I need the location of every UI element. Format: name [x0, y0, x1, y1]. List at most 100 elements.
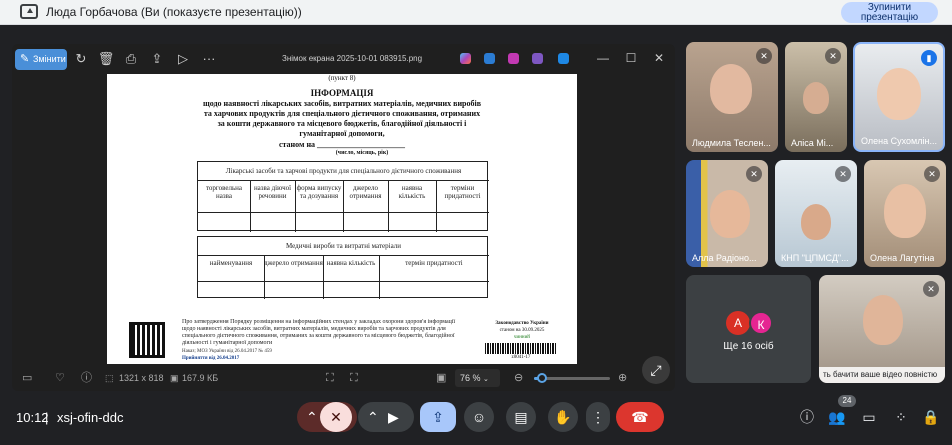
zoom-value: 76 %: [460, 373, 481, 383]
clipchamp-icon[interactable]: [508, 53, 519, 64]
qr-code-icon: [129, 322, 165, 358]
activities-icon[interactable]: ⁘: [890, 406, 912, 428]
host-controls-icon[interactable]: 🔒: [920, 406, 942, 428]
doc-line6: (число, місяць, рік): [335, 150, 389, 156]
table2-col: джерело отримання: [264, 259, 323, 267]
more-options-button[interactable]: ⋮: [586, 402, 610, 432]
mic-off-icon: ✕: [746, 166, 762, 182]
self-tile[interactable]: ✕ ть бачити ваше відео повністю: [819, 275, 945, 383]
participant-name: Олена Лагутіна: [870, 253, 935, 263]
table2-col: найменування: [209, 259, 253, 267]
maximize-icon[interactable]: ☐: [622, 49, 640, 67]
favorite-icon[interactable]: ♡: [55, 370, 65, 386]
zoom-in-icon[interactable]: ⊕: [618, 370, 627, 386]
participant-tile[interactable]: ▮ Олена Сухомлін...: [853, 42, 945, 152]
microphone-button[interactable]: ✕: [320, 402, 352, 432]
table1-col: джерело отримання: [349, 184, 382, 200]
footer-date: Прийняття від 26.04.2017: [182, 356, 240, 361]
participant-name: Аліса Мі...: [791, 138, 834, 148]
emoji-icon: ☺: [471, 409, 487, 425]
actual-size-icon[interactable]: ▣: [436, 370, 446, 386]
present-button[interactable]: ⇪: [420, 402, 456, 432]
others-tile[interactable]: А К Ще 16 осіб: [686, 275, 811, 383]
doc-line2: та харчових продуктів для спеціального д…: [203, 109, 481, 118]
crop-icon[interactable]: ⛶: [350, 370, 358, 386]
photos-editor-icon[interactable]: [484, 53, 495, 64]
doc-line3: за кошти державного та місцевого бюджеті…: [217, 119, 467, 128]
people-icon: 👥: [828, 409, 846, 425]
captions-icon: ▤: [514, 409, 528, 425]
table1-col: торговельна назва: [205, 184, 243, 200]
table-medicines: Лікарські засоби та харчові продукти для…: [197, 161, 489, 232]
edit-button[interactable]: ✎ Змінити: [15, 49, 67, 70]
filesize-icon: ▣: [170, 373, 179, 383]
avatar: А: [726, 311, 750, 335]
phone-hangup-icon: ☎: [631, 409, 649, 425]
meeting-time: 10:12: [16, 410, 49, 425]
participant-tile[interactable]: ✕ Алла Радіоно...: [686, 160, 768, 267]
video-options-button[interactable]: ⌃ ▶: [358, 402, 414, 432]
chevron-up-icon: ⌃: [306, 409, 318, 425]
chevron-down-icon: ⌄: [483, 376, 489, 383]
fit-icon[interactable]: ⛶: [326, 370, 334, 386]
close-icon[interactable]: ✕: [650, 49, 668, 67]
copilot-icon[interactable]: [460, 53, 471, 64]
viewer-toolbar: ✎ Змінити ↻ 🗑 ⎙ ⇪ ▷ ··· Знімок екрана 202…: [12, 44, 675, 74]
participant-tile[interactable]: ✕ Людмила Теслен...: [686, 42, 778, 152]
leave-call-button[interactable]: ☎: [616, 402, 664, 432]
edit-icon: ✎: [20, 53, 30, 65]
zoom-out-icon[interactable]: ⊖: [514, 370, 523, 386]
zoom-slider-thumb[interactable]: [537, 373, 547, 383]
barcode-number: z0041-17: [511, 355, 531, 360]
legal-status: чинний: [514, 335, 530, 340]
mic-off-icon: ✕: [825, 48, 841, 64]
table1-header: Лікарські засоби та харчові продукти для…: [225, 167, 462, 175]
meeting-controls: 10:12 | xsj-ofin-ddc ⌃ ✕ ⌃ ▶ ⇪ ☺ ▤ ✋ ⋮ ☎ …: [0, 392, 952, 445]
delete-icon[interactable]: 🗑: [97, 50, 115, 68]
onedrive-icon[interactable]: [558, 53, 569, 64]
more-vert-icon: ⋮: [591, 409, 605, 425]
zoom-slider[interactable]: [534, 373, 610, 383]
participant-name: Алла Радіоно...: [692, 253, 757, 263]
legal-date: станом на 30.09.2025: [499, 328, 545, 333]
info-icon[interactable]: ⓘ: [796, 406, 818, 428]
filmstrip-icon[interactable]: ▭: [22, 370, 32, 386]
stop-presenting-button[interactable]: Зупинити презентацію: [841, 2, 938, 23]
participant-name: КНП "ЦПМСД"...: [781, 253, 849, 263]
document-image: (пункт 8) ІНФОРМАЦІЯ щодо наявності ліка…: [107, 74, 577, 364]
zoom-select[interactable]: 76 % ⌄: [455, 369, 500, 387]
doc-title: ІНФОРМАЦІЯ: [310, 88, 374, 98]
designer-icon[interactable]: [532, 53, 543, 64]
dimensions-icon: ⬚: [105, 373, 114, 383]
slideshow-icon[interactable]: ▷: [174, 50, 192, 68]
mic-off-icon: ✕: [923, 281, 939, 297]
share-icon[interactable]: ⇪: [148, 50, 166, 68]
footer-text: Про затвердження Порядку розміщення на і…: [182, 319, 456, 346]
chevron-up-icon: ⌃: [367, 409, 379, 425]
participant-tile[interactable]: ✕ Аліса Мі...: [785, 42, 847, 152]
participant-tile[interactable]: ✕ КНП "ЦПМСД"...: [775, 160, 857, 267]
edit-label: Змінити: [33, 54, 66, 64]
others-label: Ще 16 осіб: [723, 341, 774, 352]
people-button[interactable]: 👥: [826, 406, 848, 428]
info-icon[interactable]: ⓘ: [81, 370, 92, 386]
more-icon[interactable]: ···: [200, 50, 218, 68]
table2-col: термін придатності: [405, 259, 463, 267]
hand-icon: ✋: [554, 409, 572, 425]
file-size: 167.9 КБ: [182, 373, 219, 383]
print-icon[interactable]: ⎙: [122, 50, 140, 68]
captions-button[interactable]: ▤: [506, 402, 536, 432]
mic-off-icon: ✕: [756, 48, 772, 64]
camera-icon: ▶: [388, 409, 399, 425]
expand-icon: ⤢: [650, 362, 662, 378]
participant-tile[interactable]: ✕ Олена Лагутіна: [864, 160, 946, 267]
doc-line4: гуманітарної допомоги,: [299, 129, 385, 138]
table2-col: наявна кількість: [326, 259, 376, 267]
minimize-icon[interactable]: —: [594, 49, 612, 67]
fullscreen-button[interactable]: ⤢: [642, 356, 670, 384]
rotate-icon[interactable]: ↻: [72, 50, 90, 68]
raise-hand-button[interactable]: ✋: [548, 402, 578, 432]
table2-header: Медичні вироби та витратні матеріали: [286, 242, 401, 250]
chat-icon[interactable]: ▭: [858, 406, 880, 428]
emoji-button[interactable]: ☺: [464, 402, 494, 432]
